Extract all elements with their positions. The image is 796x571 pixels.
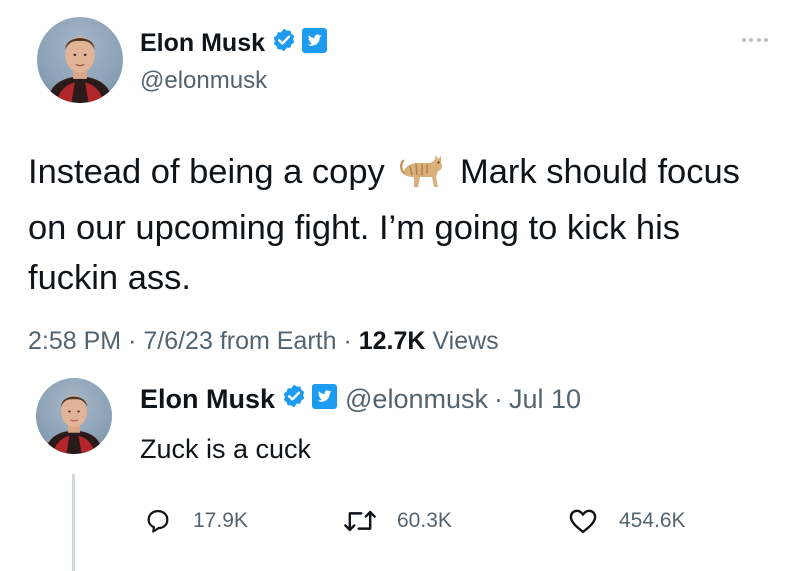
reply-author-row: Elon Musk @elonmusk · Jul 10	[140, 383, 581, 416]
like-button[interactable]: 454.6K	[567, 507, 686, 535]
tweet-source: from Earth	[219, 327, 337, 355]
meta-separator: ·	[128, 327, 137, 355]
retweet-count: 60.3K	[397, 509, 452, 532]
reply-separator: ·	[493, 384, 503, 414]
reply-author-handle[interactable]: @elonmusk	[345, 384, 488, 415]
reply-author-avatar[interactable]	[36, 378, 112, 454]
thread-connector-line	[72, 474, 75, 571]
author-handle[interactable]: @elonmusk	[140, 67, 267, 95]
tweet-time[interactable]: 2:58 PM	[28, 327, 121, 355]
retweet-icon	[344, 510, 376, 532]
tweet-text: Instead of being a copy Mark should focu…	[28, 147, 768, 303]
reply-date[interactable]: Jul 10	[509, 384, 581, 415]
twitter-logo-icon	[312, 383, 338, 416]
author-avatar[interactable]	[37, 17, 123, 103]
more-options-icon[interactable]	[742, 36, 768, 44]
reply-author-name[interactable]: Elon Musk	[140, 384, 275, 415]
tweet-date[interactable]: 7/6/23	[143, 327, 213, 355]
views-count[interactable]: 12.7K	[359, 327, 426, 355]
avatar-photo	[45, 395, 103, 454]
tweet-meta: 2:58 PM · 7/6/23 from Earth · 12.7K View…	[28, 327, 499, 356]
views-label: Views	[432, 327, 499, 355]
comment-icon	[147, 509, 169, 533]
heart-icon	[569, 509, 597, 534]
retweet-button[interactable]: 60.3K	[343, 507, 452, 535]
twitter-logo-icon	[302, 27, 328, 60]
author-name-row: Elon Musk	[140, 27, 328, 60]
cat-icon	[398, 153, 444, 203]
verified-badge-icon	[271, 27, 297, 60]
verified-badge-icon	[281, 383, 307, 416]
reply-text: Zuck is a cuck	[140, 434, 312, 464]
avatar-photo	[47, 36, 113, 103]
like-count: 454.6K	[619, 509, 686, 532]
tweet-text-before-emoji: Instead of being a copy	[28, 153, 385, 191]
meta-separator: ·	[343, 327, 352, 355]
author-name[interactable]: Elon Musk	[140, 29, 265, 58]
reply-count: 17.9K	[193, 509, 248, 532]
reply-button[interactable]: 17.9K	[143, 507, 248, 535]
